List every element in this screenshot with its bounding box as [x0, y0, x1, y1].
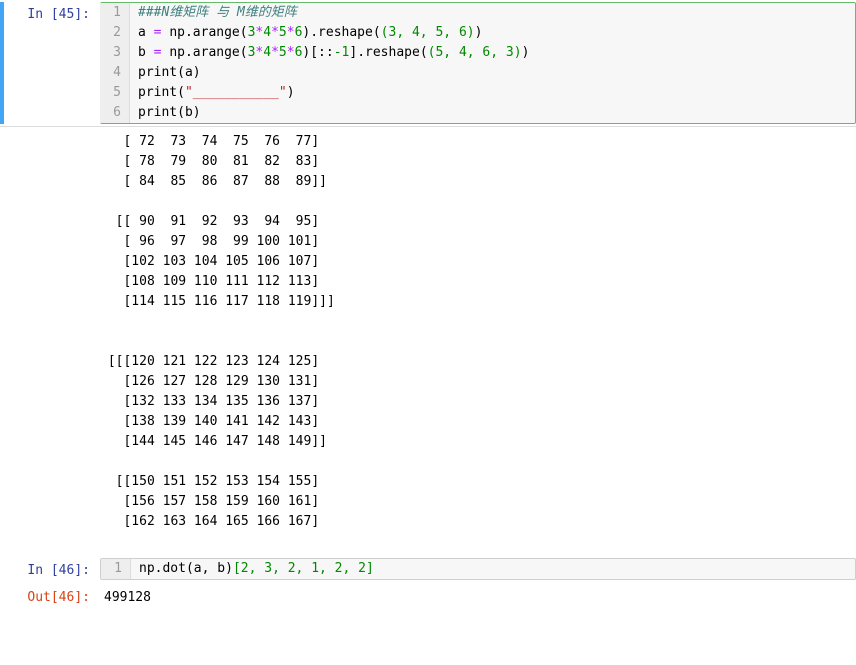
output-cell-46: Out[46]: 499128 — [0, 590, 856, 605]
code-line-2[interactable]: a = np.arange(3*4*5*6).reshape((3, 4, 5,… — [130, 23, 482, 43]
code-line-1[interactable]: ###N维矩阵 与 M维的矩阵 — [130, 3, 297, 23]
line-number: 2 — [100, 23, 130, 43]
line-number: 5 — [100, 83, 130, 103]
code-line-5[interactable]: print("___________") — [130, 83, 295, 103]
output-text: [ 72 73 74 75 76 77] [ 78 79 80 81 82 83… — [0, 127, 856, 537]
line-number: 4 — [100, 63, 130, 83]
output-value: 499128 — [100, 590, 151, 605]
input-cell-46[interactable]: In [46]: 1 np.dot(a, b)[2, 3, 2, 1, 2, 2… — [0, 556, 856, 582]
code-line-1[interactable]: np.dot(a, b)[2, 3, 2, 1, 2, 2] — [131, 559, 374, 579]
line-number: 1 — [101, 559, 131, 579]
input-prompt-area: In [46]: — [0, 558, 100, 580]
output-prompt-label: Out[46]: — [27, 590, 90, 605]
code-line-6[interactable]: print(b) — [130, 103, 201, 123]
code-line-4[interactable]: print(a) — [130, 63, 201, 83]
code-line-3[interactable]: b = np.arange(3*4*5*6)[::-1].reshape((5,… — [130, 43, 529, 63]
code-editor[interactable]: 1 ###N维矩阵 与 M维的矩阵 2 a = np.arange(3*4*5*… — [100, 2, 856, 124]
output-scroll-area[interactable]: [ 72 73 74 75 76 77] [ 78 79 80 81 82 83… — [0, 126, 856, 556]
input-prompt-label: In [45]: — [27, 7, 90, 22]
input-prompt-area: In [45]: — [0, 2, 100, 124]
line-number: 1 — [100, 3, 130, 23]
line-number: 3 — [100, 43, 130, 63]
line-number: 6 — [100, 103, 130, 123]
input-prompt-label: In [46]: — [27, 563, 90, 578]
input-cell-45[interactable]: In [45]: 1 ###N维矩阵 与 M维的矩阵 2 a = np.aran… — [0, 0, 856, 126]
code-editor[interactable]: 1 np.dot(a, b)[2, 3, 2, 1, 2, 2] — [100, 558, 856, 580]
output-prompt-area: Out[46]: — [0, 590, 100, 605]
